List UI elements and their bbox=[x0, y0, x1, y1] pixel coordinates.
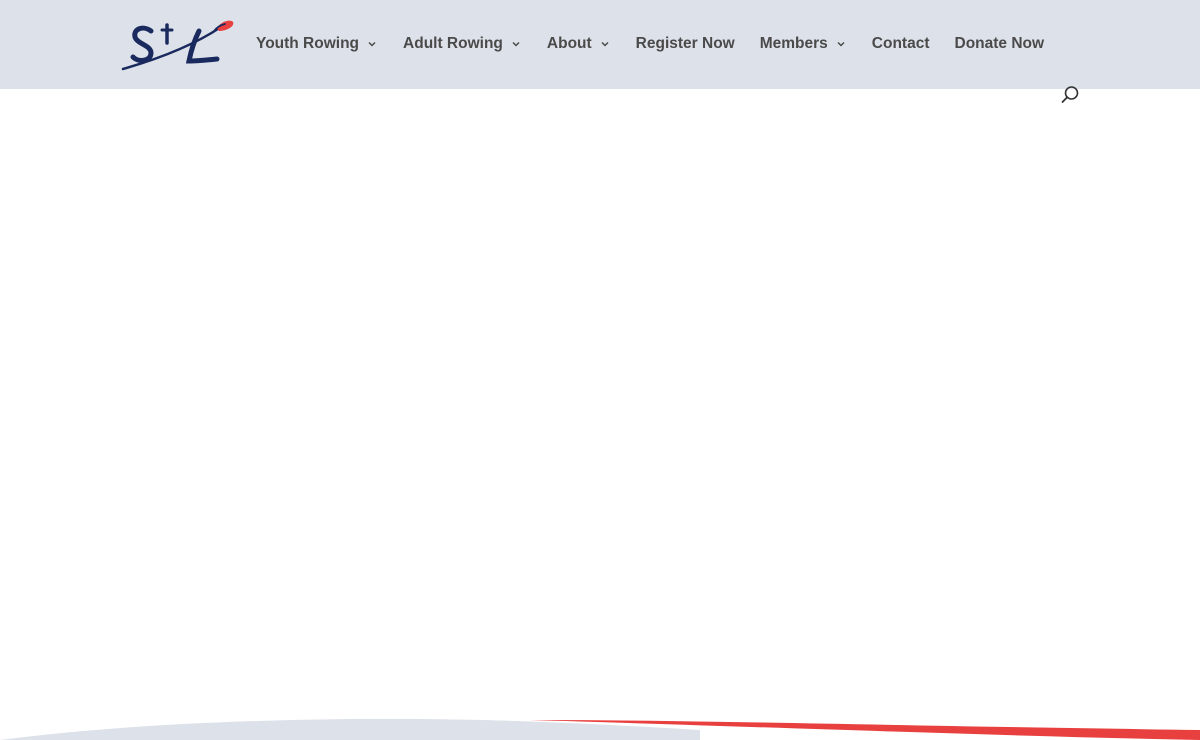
nav-item-label: About bbox=[546, 35, 592, 52]
chevron-down-icon bbox=[512, 41, 520, 47]
nav-item-youth-rowing[interactable]: Youth Rowing bbox=[256, 35, 377, 53]
chevron-down-icon bbox=[837, 41, 845, 47]
main-nav: Youth Rowing Adult Rowing About Register… bbox=[256, 33, 1044, 55]
nav-item-donate-now[interactable]: Donate Now bbox=[955, 35, 1045, 53]
chevron-down-icon bbox=[601, 41, 609, 47]
nav-item-label: Register Now bbox=[635, 35, 735, 52]
nav-item-about[interactable]: About bbox=[547, 35, 610, 53]
decorative-swoosh bbox=[0, 718, 1200, 740]
site-logo[interactable] bbox=[121, 17, 235, 73]
nav-item-contact[interactable]: Contact bbox=[872, 35, 930, 53]
nav-item-label: Contact bbox=[871, 35, 930, 52]
main-content bbox=[0, 89, 1200, 699]
nav-item-label: Donate Now bbox=[954, 35, 1045, 52]
nav-item-label: Adult Rowing bbox=[403, 35, 503, 52]
nav-item-label: Youth Rowing bbox=[256, 35, 360, 52]
nav-item-members[interactable]: Members bbox=[760, 35, 846, 53]
site-header: Youth Rowing Adult Rowing About Register… bbox=[0, 0, 1200, 103]
chevron-down-icon bbox=[368, 41, 376, 47]
nav-item-register-now[interactable]: Register Now bbox=[636, 35, 735, 53]
nav-item-adult-rowing[interactable]: Adult Rowing bbox=[403, 35, 521, 53]
nav-item-label: Members bbox=[759, 35, 828, 52]
